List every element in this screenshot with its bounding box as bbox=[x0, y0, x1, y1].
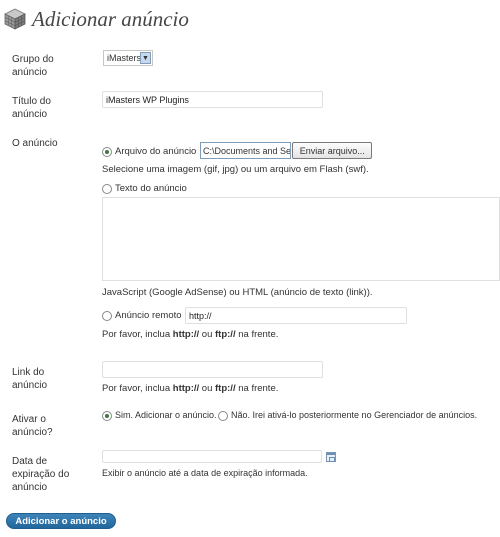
ad-file-option-label: Arquivo do anúncio bbox=[115, 146, 197, 157]
expiry-help: Exibir o anúncio até a data de expiração… bbox=[102, 468, 308, 478]
chevron-down-icon[interactable]: ▼ bbox=[140, 52, 151, 64]
add-ad-button[interactable]: Adicionar o anúncio bbox=[6, 513, 116, 529]
page-header: Adicionar anúncio bbox=[4, 4, 189, 34]
ad-remote-input[interactable]: http:// bbox=[185, 307, 407, 324]
ad-remote-option-label: Anúncio remoto bbox=[115, 310, 182, 321]
activate-yes-label: Sim. Adicionar o anúncio. bbox=[115, 410, 217, 420]
browse-file-button[interactable]: Enviar arquivo... bbox=[292, 142, 372, 159]
ad-text-option-label: Texto do anúncio bbox=[115, 183, 187, 194]
ad-text-textarea[interactable] bbox=[102, 197, 500, 281]
ad-remote-radio[interactable] bbox=[102, 311, 112, 321]
activate-label: Ativar o anúncio? bbox=[12, 414, 53, 438]
ad-file-help: Selecione uma imagem (gif, jpg) ou um ar… bbox=[102, 164, 369, 175]
group-select[interactable]: iMasters ▼ bbox=[103, 50, 153, 66]
ad-file-path[interactable]: C:\Documents and Se bbox=[200, 142, 292, 159]
group-label: Grupo do anúncio bbox=[12, 54, 54, 78]
title-label: Título do anúncio bbox=[12, 96, 51, 120]
cube-grid-icon bbox=[4, 8, 26, 30]
group-select-value: iMasters bbox=[107, 53, 142, 63]
link-label: Link do anúncio bbox=[12, 367, 48, 391]
ad-remote-help: Por favor, inclua http:// ou ftp:// na f… bbox=[102, 329, 279, 340]
title-input-value: iMasters WP Plugins bbox=[106, 94, 189, 105]
activate-no-radio[interactable] bbox=[218, 411, 228, 421]
ad-remote-input-value: http:// bbox=[189, 310, 212, 321]
link-input[interactable] bbox=[102, 361, 323, 378]
page-title: Adicionar anúncio bbox=[32, 6, 189, 31]
ad-text-help: JavaScript (Google AdSense) ou HTML (anú… bbox=[102, 287, 373, 298]
title-input[interactable]: iMasters WP Plugins bbox=[102, 91, 323, 108]
ad-text-radio[interactable] bbox=[102, 184, 112, 194]
expiry-label: Data de expiração do anúncio bbox=[12, 456, 70, 493]
activate-no-label: Não. Irei ativá-lo posteriormente no Ger… bbox=[231, 410, 478, 420]
ad-file-radio[interactable] bbox=[102, 147, 112, 157]
activate-yes-radio[interactable] bbox=[102, 411, 112, 421]
link-help: Por favor, inclua http:// ou ftp:// na f… bbox=[102, 383, 279, 394]
ad-label: O anúncio bbox=[12, 138, 58, 149]
expiry-input[interactable] bbox=[102, 450, 322, 463]
ad-file-input[interactable]: C:\Documents and Se Enviar arquivo... bbox=[200, 142, 372, 159]
calendar-icon[interactable] bbox=[326, 452, 336, 462]
